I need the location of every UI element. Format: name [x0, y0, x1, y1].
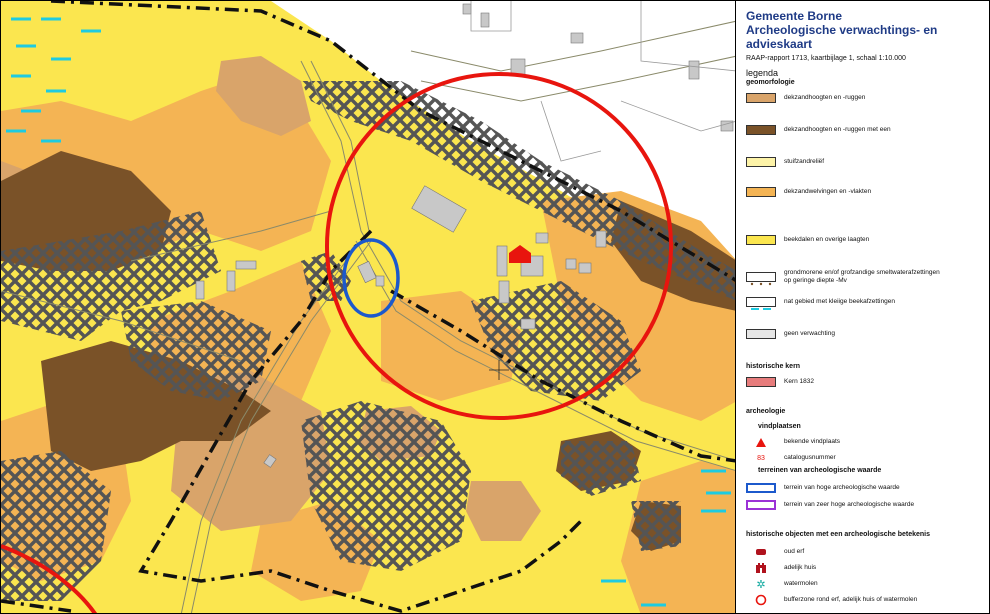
buffer-circle-icon: [746, 594, 776, 606]
legend-title-municipality: Gemeente Borne: [746, 9, 843, 23]
section-terreinen: terreinen van archeologische waarde: [758, 467, 882, 474]
legend-item-hoge-waarde: terrein van hoge archeologische waarde: [746, 481, 900, 495]
legend-item-zeer-hoge-waarde: terrein van zeer hoge archeologische waa…: [746, 498, 914, 512]
swatch-dekzandwelvingen: [746, 187, 776, 197]
swatch-zeer-hoge-waarde: [746, 500, 776, 510]
legend-item-watermolen: ✲ watermolen: [746, 577, 817, 591]
swatch-nat-gebied: [746, 297, 776, 310]
legend-item-kern-1832: Kern 1832: [746, 375, 814, 389]
legend-item-dekzandhoogten-donker: dekzandhoogten en -ruggen met een: [746, 123, 891, 137]
legend-item-dekzandhoogten: dekzandhoogten en -ruggen: [746, 91, 865, 105]
legend-item-oud-erf: oud erf: [746, 545, 804, 559]
legend-item-catalogusnummer: 83 catalogusnummer: [746, 451, 836, 465]
section-archeologie: archeologie: [746, 408, 786, 415]
section-geomorfologie: geomorfologie: [746, 79, 795, 86]
swatch-stuifzand: [746, 157, 776, 167]
section-vindplaatsen: vindplaatsen: [758, 423, 801, 430]
section-historische-objecten: historische objecten met een archeologis…: [746, 531, 931, 538]
legend-item-bufferzone: bufferzone rond erf, adelijk huis of wat…: [746, 593, 917, 607]
legend-item-dekzandwelvingen: dekzandwelvingen en -vlakten: [746, 185, 871, 199]
swatch-beekdalen: [746, 235, 776, 245]
swatch-grondmorene: [746, 272, 776, 286]
legend-panel: Gemeente Borne Archeologische verwachtin…: [736, 0, 990, 614]
castle-icon: [746, 562, 776, 574]
legend-heading: legenda: [746, 68, 779, 78]
legend-item-stuifzand: stuifzandreliëf: [746, 155, 824, 169]
catalogus-number: 83: [757, 454, 765, 462]
oud-erf-legend-icon: [746, 546, 776, 558]
legend-title-map: Archeologische verwachtings- en advieska…: [746, 23, 938, 51]
swatch-hoge-waarde: [746, 483, 776, 493]
legend-item-adelijk-huis: adelijk huis: [746, 561, 816, 575]
legend-item-geen-verwachting: geen verwachting: [746, 327, 835, 341]
legend-item-nat-gebied: nat gebied met kleiige beekafzettingen: [746, 295, 895, 310]
swatch-dekzandhoogten: [746, 93, 776, 103]
map-canvas[interactable]: [0, 0, 736, 614]
swatch-kern-1832: [746, 377, 776, 387]
grondmorene-label-2: op geringe diepte -Mv: [784, 277, 847, 284]
legend-item-grondmorene: grondmorene en/of grofzandige smeltwater…: [746, 267, 940, 287]
legend-item-bekende-vindplaats: bekende vindplaats: [746, 435, 840, 449]
legend-item-beekdalen: beekdalen en overige laagten: [746, 233, 869, 247]
swatch-geen-verwachting: [746, 329, 776, 339]
map-svg: [1, 1, 735, 613]
swatch-dekzandhoogten-donker: [746, 125, 776, 135]
legend-subtitle: RAAP-rapport 1713, kaartbijlage 1, schaa…: [746, 55, 906, 62]
grondmorene-label-1: grondmorene en/of grofzandige smeltwater…: [784, 269, 940, 276]
watermill-icon: ✲: [756, 577, 766, 591]
section-historische-kern: historische kern: [746, 363, 801, 370]
triangle-icon: [746, 436, 776, 448]
